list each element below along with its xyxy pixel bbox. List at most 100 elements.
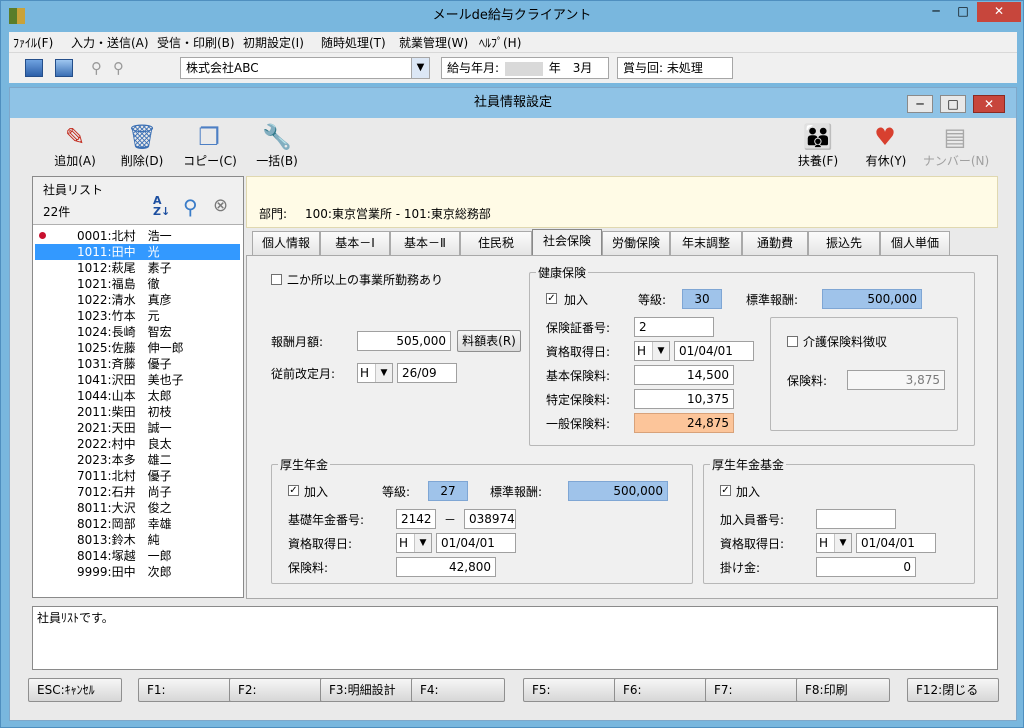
f1-button[interactable]: F1: [138,678,232,702]
add-button-label[interactable]: 追加(A) [46,152,104,169]
menu-receive-print[interactable]: 受信・印刷(B) [157,34,235,51]
bulk-wrench-icon[interactable]: 🔧 [262,122,292,152]
inner-close-button[interactable]: ✕ [973,95,1005,113]
pension-acq-era-select[interactable]: H ▼ [396,533,432,553]
menu-file[interactable]: ﾌｧｲﾙ(F) [13,34,53,51]
list-item[interactable]: 2023:本多 雄二 [35,452,240,468]
list-item[interactable]: 1025:佐藤 伸一郎 [35,340,240,356]
dependents-icon[interactable]: 👪 [803,122,833,152]
f12-close-button[interactable]: F12:閉じる [907,678,999,702]
list-item[interactable]: 1041:沢田 美也子 [35,372,240,388]
tab-labor-insurance[interactable]: 労働保険 [602,231,670,255]
delete-icon[interactable]: 🗑 [127,122,157,152]
menu-input-send[interactable]: 入力・送信(A) [71,34,149,51]
list-item[interactable]: 2011:柴田 初枝 [35,404,240,420]
list-item[interactable]: 9999:田中 次郎 [35,564,240,580]
inner-minimize-button[interactable]: ─ [907,95,933,113]
list-item[interactable]: 8014:塚越 一郎 [35,548,240,564]
tab-basic-2[interactable]: 基本－Ⅱ [390,231,460,255]
chevron-down-icon: ▼ [375,364,392,382]
esc-cancel-button[interactable]: ESC:ｷｬﾝｾﾙ [28,678,122,702]
list-item[interactable]: 1022:清水 真彦 [35,292,240,308]
tab-personal[interactable]: 個人情報 [252,231,320,255]
tab-year-end[interactable]: 年末調整 [670,231,742,255]
prev-revision-input[interactable]: 26/09 [397,363,457,383]
health-special-input[interactable]: 10,375 [634,389,734,409]
list-item[interactable]: 2021:天田 誠一 [35,420,240,436]
health-acq-input[interactable]: 01/04/01 [674,341,754,361]
list-item[interactable]: 0001:北村 浩一 [35,228,240,244]
menu-adhoc[interactable]: 随時処理(T) [321,34,386,51]
health-basic-input[interactable]: 14,500 [634,365,734,385]
pension-basic-no-2[interactable]: 038974 [464,509,516,529]
fund-acq-input[interactable]: 01/04/01 [856,533,936,553]
fund-enroll-checkbox[interactable]: ✓ [720,485,731,496]
close-button[interactable]: ✕ [977,2,1021,22]
image-icon[interactable] [55,59,73,77]
list-item[interactable]: 2022:村中 良太 [35,436,240,452]
pension-fee-input[interactable]: 42,800 [396,557,496,577]
add-icon[interactable]: ✎ [60,122,90,152]
copy-button-label[interactable]: コピー(C) [178,152,242,169]
tab-unit-price[interactable]: 個人単価 [880,231,950,255]
tab-commute[interactable]: 通勤費 [742,231,808,255]
tab-basic-1[interactable]: 基本－Ⅰ [320,231,390,255]
list-item[interactable]: 1021:福島 徹 [35,276,240,292]
copy-icon[interactable]: ❐ [194,122,224,152]
menu-attendance[interactable]: 就業管理(W) [399,34,468,51]
list-item[interactable]: 7012:石井 尚子 [35,484,240,500]
dependents-button-label[interactable]: 扶養(F) [788,152,848,169]
f2-button[interactable]: F2: [229,678,323,702]
fund-member-input[interactable] [816,509,896,529]
health-cert-input[interactable]: 2 [634,317,714,337]
list-item-selected[interactable]: 1011:田中 光 [35,244,240,260]
f3-detail-design-button[interactable]: F3:明細設計 [320,678,414,702]
list-item[interactable]: 8013:鈴木 純 [35,532,240,548]
menu-initial-settings[interactable]: 初期設定(I) [243,34,304,51]
leave-heart-icon[interactable]: ♥ [870,122,900,152]
f8-print-button[interactable]: F8:印刷 [796,678,890,702]
health-enroll-checkbox[interactable]: ✓ [546,293,557,304]
list-item[interactable]: 1031:斉藤 優子 [35,356,240,372]
pension-basic-no-1[interactable]: 2142 [396,509,436,529]
maximize-button[interactable]: □ [950,2,976,22]
leave-button-label[interactable]: 有休(Y) [856,152,916,169]
company-select[interactable]: 株式会社ABC [180,57,430,79]
care-insurance-checkbox[interactable] [787,336,798,347]
pension-acq-input[interactable]: 01/04/01 [436,533,516,553]
bulk-button-label[interactable]: 一括(B) [248,152,306,169]
delete-button-label[interactable]: 削除(D) [113,152,171,169]
list-item[interactable]: 7011:北村 優子 [35,468,240,484]
salary-input[interactable]: 505,000 [357,331,451,351]
multi-office-checkbox[interactable] [271,274,282,285]
key2-icon[interactable]: ⚲ [113,59,131,77]
tab-social-insurance[interactable]: 社会保険 [532,229,602,256]
sort-az-icon[interactable]: A Z↓ [153,195,170,217]
menu-help[interactable]: ﾍﾙﾌﾟ(H) [479,34,521,51]
f6-button[interactable]: F6: [614,678,708,702]
fund-premium-input[interactable]: 0 [816,557,916,577]
tab-resident-tax[interactable]: 住民税 [460,231,532,255]
company-dropdown-arrow[interactable]: ▼ [411,58,429,78]
health-acq-era-select[interactable]: H ▼ [634,341,670,361]
list-item[interactable]: 1012:萩尾 素子 [35,260,240,276]
pension-enroll-checkbox[interactable]: ✓ [288,485,299,496]
fund-acq-era-select[interactable]: H ▼ [816,533,852,553]
tab-transfer[interactable]: 振込先 [808,231,880,255]
list-item[interactable]: 8011:大沢 俊之 [35,500,240,516]
inner-maximize-button[interactable]: □ [940,95,966,113]
minimize-button[interactable]: ─ [923,2,949,22]
list-item[interactable]: 1024:長崎 智宏 [35,324,240,340]
prev-revision-era-select[interactable]: H ▼ [357,363,393,383]
list-item[interactable]: 1023:竹本 元 [35,308,240,324]
f7-button[interactable]: F7: [705,678,799,702]
f4-button[interactable]: F4: [411,678,505,702]
rate-table-button[interactable]: 料額表(R) [457,330,521,352]
search-icon[interactable]: ⚲ [183,195,198,219]
open-icon[interactable] [25,59,43,77]
clear-search-icon[interactable]: ⊗ [213,195,228,216]
f5-button[interactable]: F5: [523,678,617,702]
key-icon[interactable]: ⚲ [91,59,109,77]
list-item[interactable]: 1044:山本 太郎 [35,388,240,404]
list-item[interactable]: 8012:岡部 幸雄 [35,516,240,532]
